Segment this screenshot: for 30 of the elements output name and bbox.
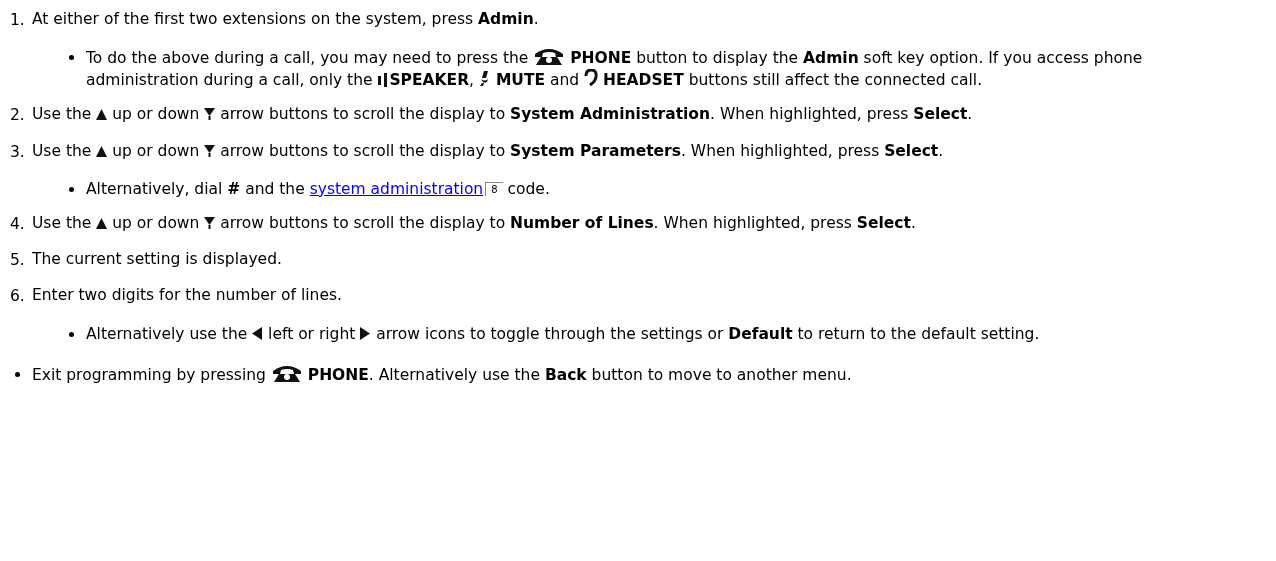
paragraph: Alternatively use the left or right arrow icons to toggle through the settings or Default to return to the default setting.	[86, 323, 1040, 345]
left-triangle-icon	[252, 326, 264, 340]
paragraph: To do the above during a call, you may need to press the PHONE button to display the Admin soft key option. If you access phone administration during a call, only the SPEAKER, MUTE and HEADSET buttons still affect the connected call.	[86, 46, 1256, 92]
microphone-icon	[478, 70, 491, 88]
step-number: 2.	[10, 105, 26, 127]
paragraph: The current setting is displayed.	[32, 249, 282, 270]
step-number: 4.	[10, 213, 26, 235]
headset-icon	[584, 69, 599, 88]
paragraph: Use the up or down arrow buttons to scroll the display to Number of Lines. When highlighted, press Select.	[32, 212, 916, 234]
paragraph: Use the up or down arrow buttons to scroll the display to System Parameters. When highlighted, press Select.	[32, 140, 944, 162]
link[interactable]: system administration	[309, 179, 484, 198]
right-triangle-icon	[360, 326, 372, 340]
up-triangle-icon	[96, 217, 108, 229]
up-triangle-icon	[96, 109, 108, 121]
page-reference[interactable]: 8	[485, 181, 503, 196]
paragraph: Enter two digits for the number of lines.	[32, 285, 342, 307]
speaker-icon	[377, 72, 390, 88]
paragraph: Use the up or down arrow buttons to scroll the display to System Administration. When highlighted, press Select.	[32, 104, 973, 126]
down-triangle-icon	[204, 108, 216, 121]
paragraph: At either of the first two extensions on the system, press Admin.	[32, 9, 539, 30]
paragraph: Exit programming by pressing PHONE. Alternatively use the Back button to move to another menu.	[32, 362, 852, 386]
step-number: 5.	[10, 250, 26, 271]
down-triangle-icon	[204, 216, 216, 229]
paragraph: Alternatively, dial # and the system administration 8 code.	[86, 178, 550, 200]
down-triangle-icon	[204, 144, 216, 157]
step-number: 6.	[10, 286, 26, 308]
telephone-icon	[533, 46, 566, 67]
up-triangle-icon	[96, 145, 108, 157]
step-number: 1.	[10, 10, 26, 31]
step-number: 3.	[10, 141, 26, 163]
